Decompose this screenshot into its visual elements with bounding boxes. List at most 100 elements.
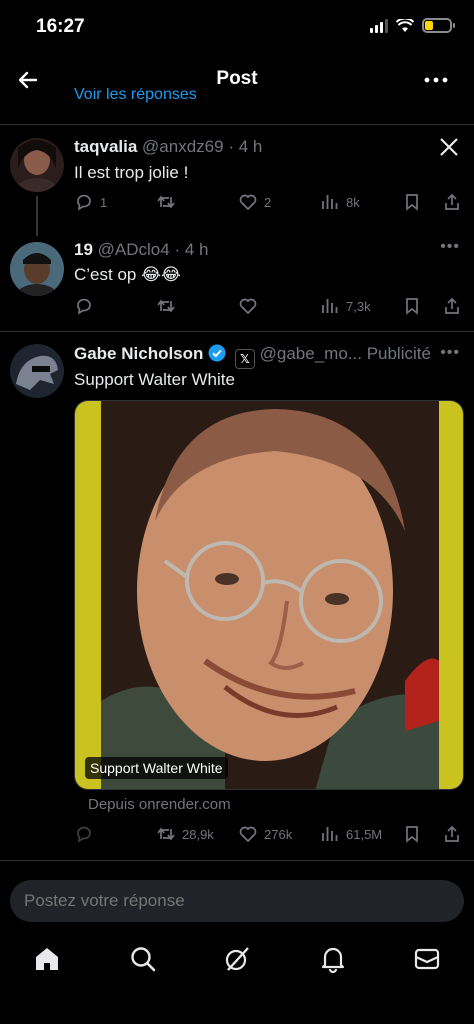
heart-icon bbox=[239, 826, 257, 843]
tab-messages[interactable] bbox=[412, 944, 442, 974]
grok-icon bbox=[225, 947, 249, 971]
ad-source-link[interactable]: Depuis onrender.com bbox=[88, 796, 231, 813]
author-handle: @gabe_mo... bbox=[259, 344, 362, 363]
wifi-icon bbox=[396, 18, 414, 32]
bookmark-icon bbox=[406, 194, 418, 211]
heart-icon bbox=[239, 194, 257, 211]
author-name[interactable]: taqvalia bbox=[74, 137, 137, 156]
reply-count: 1 bbox=[100, 194, 108, 210]
reply-tweet[interactable]: taqvalia @anxdz69 · 4 h Il est trop joli… bbox=[0, 124, 474, 236]
bookmark-icon bbox=[406, 298, 418, 315]
reply-icon bbox=[77, 826, 91, 843]
battery-icon bbox=[422, 18, 455, 33]
share-icon bbox=[445, 193, 459, 210]
post-header: Post bbox=[0, 56, 474, 102]
bottom-tab-bar bbox=[0, 940, 474, 980]
reply-icon bbox=[77, 194, 91, 211]
like-button[interactable]: 2 bbox=[238, 192, 271, 212]
tab-notifications[interactable] bbox=[318, 944, 348, 974]
tweet-actions: 7,3k bbox=[74, 296, 464, 320]
avatar[interactable] bbox=[10, 242, 64, 296]
like-count: 2 bbox=[264, 194, 272, 210]
search-icon bbox=[131, 947, 156, 972]
bookmark-icon bbox=[406, 826, 418, 843]
tweet-actions: 28,9k 276k 61,5M bbox=[74, 824, 464, 848]
verified-badge-icon bbox=[208, 344, 226, 362]
reply-button[interactable] bbox=[74, 296, 100, 316]
views-chart-icon bbox=[322, 827, 338, 841]
media-alt-caption: Support Walter White bbox=[85, 757, 228, 779]
signal-icon bbox=[370, 18, 388, 33]
reply-compose-bar[interactable] bbox=[10, 880, 464, 922]
share-button[interactable] bbox=[442, 296, 462, 316]
reply-tweet[interactable]: 19 @ADclo4 · 4 h ••• C’est op 😂😂 7,3k bbox=[0, 236, 474, 332]
tweet-time: · 4 h bbox=[228, 137, 263, 156]
retweet-button[interactable] bbox=[156, 192, 182, 212]
x-logo-icon bbox=[440, 138, 458, 156]
bookmark-button[interactable] bbox=[402, 824, 422, 844]
bookmark-button[interactable] bbox=[402, 192, 422, 212]
views-button[interactable]: 8k bbox=[320, 192, 360, 212]
retweet-count: 28,9k bbox=[182, 826, 214, 842]
status-bar: 16:27 bbox=[0, 0, 474, 52]
retweet-icon bbox=[157, 195, 175, 209]
tweet-header: Gabe Nicholson 𝕏 @gabe_mo... Publicité bbox=[74, 344, 431, 369]
heart-icon bbox=[239, 298, 257, 315]
avatar[interactable] bbox=[10, 138, 64, 192]
show-replies-link[interactable]: Voir les réponses bbox=[74, 88, 197, 106]
tweet-text: Support Walter White bbox=[74, 370, 235, 389]
reply-input[interactable] bbox=[24, 891, 424, 911]
bookmark-button[interactable] bbox=[402, 296, 422, 316]
retweet-icon bbox=[157, 827, 175, 841]
author-handle: @anxdz69 bbox=[142, 137, 224, 156]
portrait-image bbox=[75, 401, 463, 789]
tweet-more-button[interactable]: ••• bbox=[440, 344, 460, 362]
tweet-text: C’est op 😂😂 bbox=[74, 265, 181, 284]
share-icon bbox=[445, 297, 459, 314]
retweet-button[interactable] bbox=[156, 296, 182, 316]
page-title: Post bbox=[216, 68, 258, 89]
tweet-time: · 4 h bbox=[174, 240, 209, 259]
avatar[interactable] bbox=[10, 344, 64, 398]
home-icon bbox=[36, 948, 58, 970]
status-time: 16:27 bbox=[36, 16, 85, 37]
tab-home[interactable] bbox=[32, 944, 62, 974]
status-icons bbox=[370, 18, 455, 33]
divider bbox=[0, 860, 474, 861]
share-button[interactable] bbox=[442, 824, 462, 844]
ad-label: Publicité bbox=[366, 344, 431, 363]
share-icon bbox=[445, 825, 459, 842]
tweet-more-button[interactable]: ••• bbox=[440, 238, 460, 256]
author-handle: @ADclo4 bbox=[97, 240, 170, 259]
like-button[interactable]: 276k bbox=[238, 824, 292, 844]
view-count: 8k bbox=[346, 194, 360, 210]
ellipsis-icon bbox=[424, 77, 448, 83]
bell-icon bbox=[321, 947, 345, 974]
reply-button[interactable] bbox=[74, 824, 100, 844]
more-button[interactable] bbox=[422, 66, 450, 94]
tab-search[interactable] bbox=[128, 944, 158, 974]
reply-button[interactable]: 1 bbox=[74, 192, 107, 212]
tweet-actions: 1 2 8k bbox=[74, 192, 464, 216]
retweet-button[interactable]: 28,9k bbox=[156, 824, 214, 844]
mail-icon bbox=[414, 948, 440, 970]
retweet-icon bbox=[157, 299, 175, 313]
tweet-header: 19 @ADclo4 · 4 h bbox=[74, 240, 208, 260]
reply-icon bbox=[77, 298, 91, 315]
view-count: 61,5M bbox=[346, 826, 383, 842]
views-chart-icon bbox=[322, 299, 338, 313]
views-button[interactable]: 7,3k bbox=[320, 296, 371, 316]
share-button[interactable] bbox=[442, 192, 462, 212]
view-count: 7,3k bbox=[346, 298, 371, 314]
author-name[interactable]: Gabe Nicholson bbox=[74, 344, 203, 363]
like-count: 276k bbox=[264, 826, 293, 842]
like-button[interactable] bbox=[238, 296, 264, 316]
views-chart-icon bbox=[322, 195, 338, 209]
author-name[interactable]: 19 bbox=[74, 240, 93, 259]
thread-line bbox=[36, 196, 38, 236]
tab-grok[interactable] bbox=[222, 944, 252, 974]
tweet-header: taqvalia @anxdz69 · 4 h bbox=[74, 137, 262, 157]
tweet-media-image[interactable]: Support Walter White bbox=[74, 400, 464, 790]
x-affiliate-icon: 𝕏 bbox=[234, 349, 255, 369]
views-button[interactable]: 61,5M bbox=[320, 824, 382, 844]
